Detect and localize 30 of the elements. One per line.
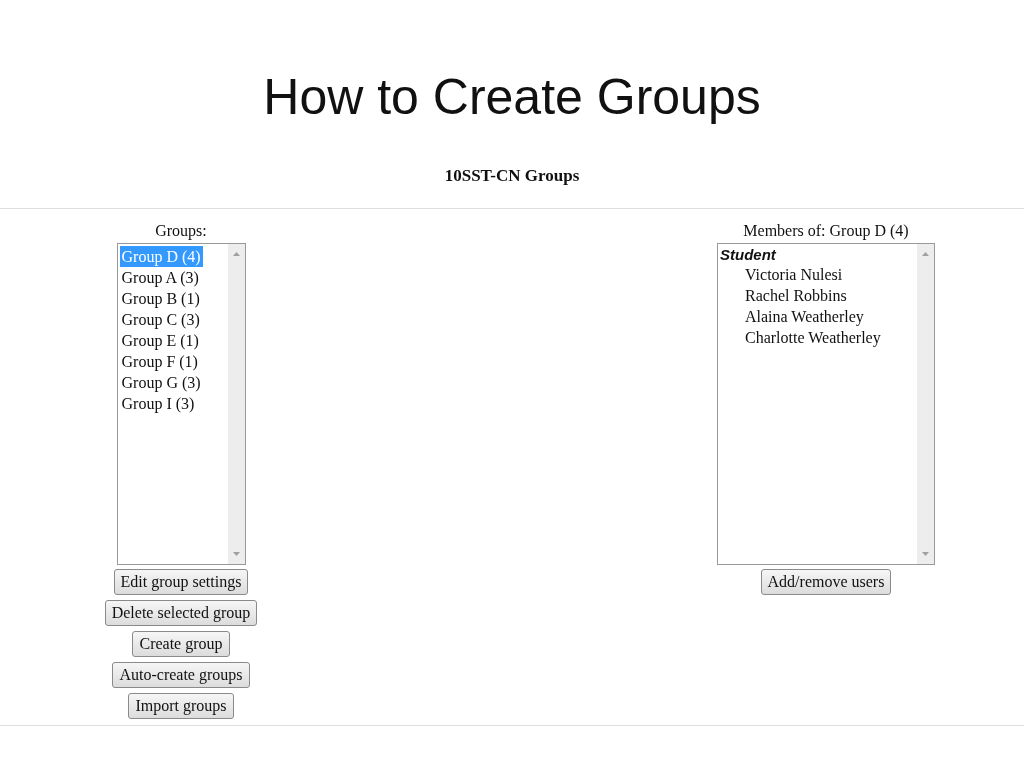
action-button[interactable]: Create group [132, 631, 230, 657]
list-option[interactable]: Group B (1) [119, 288, 226, 309]
member-option[interactable]: Alaina Weatherley [720, 306, 917, 327]
scrollbar[interactable] [917, 244, 934, 564]
scroll-up-arrow-icon[interactable] [922, 252, 929, 256]
member-option[interactable]: Rachel Robbins [720, 285, 917, 306]
list-option[interactable]: Group C (3) [119, 309, 226, 330]
role-heading: Student [720, 246, 778, 264]
list-option[interactable]: Group E (1) [119, 330, 226, 351]
scrollbar[interactable] [227, 244, 245, 564]
action-button[interactable]: Import groups [128, 693, 234, 719]
action-button[interactable]: Auto-create groups [112, 662, 250, 688]
list-option[interactable]: Group A (3) [119, 267, 226, 288]
scroll-down-arrow-icon[interactable] [232, 552, 240, 556]
list-option[interactable]: Group F (1) [119, 351, 226, 372]
action-button[interactable]: Add/remove users [760, 569, 892, 595]
list-label: Groups: [155, 221, 207, 242]
list-option[interactable]: Group I (3) [119, 393, 226, 414]
list-label: Members of: Group D (4) [743, 221, 909, 242]
list-option[interactable]: Group G (3) [119, 372, 226, 393]
member-option[interactable]: Victoria Nulesi [720, 264, 917, 285]
page-heading: 10SST-CN Groups [0, 166, 1024, 209]
member-option[interactable]: Charlotte Weatherley [720, 327, 917, 348]
scroll-up-arrow-icon[interactable] [232, 252, 240, 256]
groups-list[interactable]: Group D (4) Group A (3) Group B (1) Group C (3) Group E (1) Group F (1) Group G (3) Group I (3) [116, 243, 246, 565]
action-button[interactable]: Delete selected group [104, 600, 258, 626]
slide-title: How to Create Groups [262, 68, 762, 126]
scroll-down-arrow-icon[interactable] [922, 552, 929, 556]
action-button[interactable]: Edit group settings [113, 569, 249, 595]
members-list[interactable]: Student Victoria Nulesi Rachel Robbins Alaina Weatherley Charlotte Weatherley [717, 243, 935, 565]
